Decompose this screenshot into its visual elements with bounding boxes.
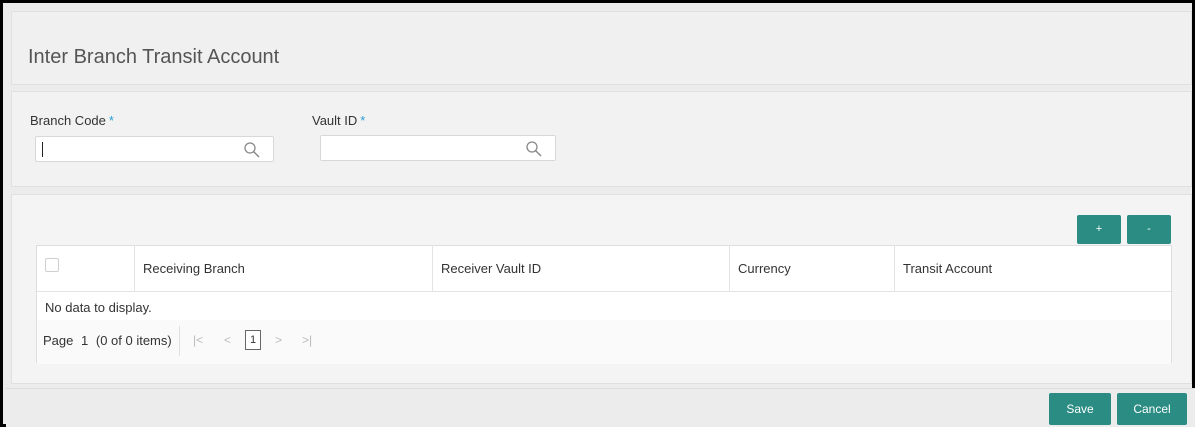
pagination-bar: Page 1 (0 of 0 items) |< < 1 > >| [37,320,1171,364]
column-header-transit-account[interactable]: Transit Account [894,246,1173,292]
save-button[interactable]: Save [1049,393,1111,425]
empty-message: No data to display. [45,300,152,315]
previous-page-icon[interactable]: < [224,333,231,347]
last-page-icon[interactable]: >| [302,333,312,347]
required-marker: * [108,113,114,128]
branch-code-label-text: Branch Code [30,113,106,128]
column-header-receiving-branch[interactable]: Receiving Branch [134,246,432,292]
first-page-icon[interactable]: |< [193,333,203,347]
next-page-icon[interactable]: > [275,333,282,347]
footer-bar: Save Cancel [6,388,1195,427]
app-frame: Inter Branch Transit Account Branch Code… [0,0,1195,427]
items-count: (0 of 0 items) [95,333,172,348]
page-number: 1 [81,333,89,348]
text-caret [42,142,43,157]
vault-id-input[interactable] [320,135,556,161]
current-page-button[interactable]: 1 [245,330,261,350]
search-icon[interactable] [243,141,261,159]
page-title: Inter Branch Transit Account [28,46,280,68]
vault-id-label-text: Vault ID [312,113,358,128]
search-icon[interactable] [525,140,543,158]
remove-row-button[interactable]: - [1127,215,1171,244]
required-marker: * [360,113,366,128]
add-row-button[interactable]: + [1077,215,1121,244]
transit-account-table: Receiving Branch Receiver Vault ID Curre… [36,245,1172,364]
vault-id-label: Vault ID * [312,113,365,128]
select-all-checkbox[interactable] [45,258,59,272]
cancel-button[interactable]: Cancel [1117,393,1187,425]
page-info: Page 1 (0 of 0 items) [43,333,172,348]
pager-divider [179,326,180,356]
table-header: Receiving Branch Receiver Vault ID Curre… [37,246,1171,292]
page-label: Page [43,333,74,348]
column-header-receiver-vault-id[interactable]: Receiver Vault ID [432,246,729,292]
branch-code-label: Branch Code * [30,113,114,128]
grid-panel: + - Receiving Branch Receiver Vault ID C… [11,194,1192,384]
criteria-panel: Branch Code * Vault ID * [11,91,1192,187]
page-header: Inter Branch Transit Account [11,11,1192,85]
column-header-currency[interactable]: Currency [729,246,894,292]
branch-code-input[interactable] [35,136,274,162]
